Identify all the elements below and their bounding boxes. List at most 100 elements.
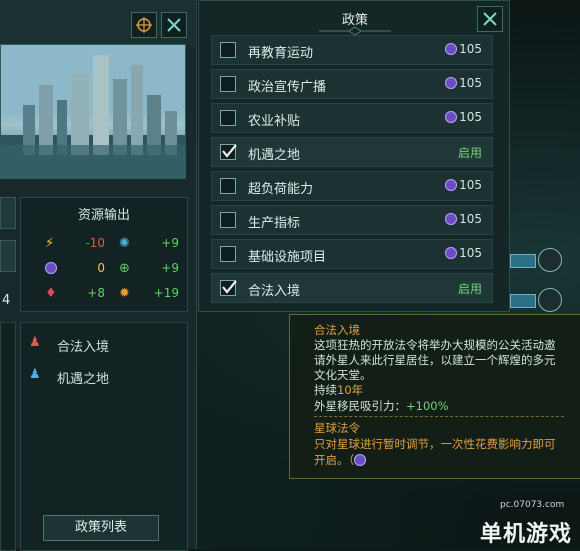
edict-icon: ♟ <box>29 367 41 382</box>
edict-cost: 105 <box>445 42 482 56</box>
edict-checkbox[interactable] <box>220 246 236 262</box>
close-icon <box>167 18 181 32</box>
edict-label: 超负荷能力 <box>248 182 314 197</box>
edict-checkbox-checked[interactable] <box>220 144 237 160</box>
edict-cost: 105 <box>445 76 482 90</box>
tooltip-type-description: 开启。（ <box>314 453 368 468</box>
edict-row[interactable]: 超负荷能力 105 <box>211 171 493 201</box>
edict-list-button[interactable]: 政策列表 <box>43 515 159 541</box>
planet-panel: 4 资源输出 ⚡ -10 ✺ +9 0 ⊕ +9 ♦ +8 ✹ +19 ♟ 合法… <box>0 0 197 551</box>
edict-checkbox[interactable] <box>220 76 236 92</box>
edict-cost: 105 <box>445 246 482 260</box>
edict-label: 基础设施项目 <box>248 250 327 265</box>
active-edict-label: 机遇之地 <box>57 372 110 387</box>
planet-city-image <box>0 44 186 179</box>
tooltip-description: 文化天堂。 <box>314 368 372 382</box>
edict-checkbox-checked[interactable] <box>220 280 237 296</box>
close-edicts-button[interactable] <box>477 6 503 32</box>
tooltip-duration: 持续10年 <box>314 383 364 397</box>
tooltip-title: 合法入境 <box>314 323 360 337</box>
resource-output-box: 资源输出 ⚡ -10 ✺ +9 0 ⊕ +9 ♦ +8 ✹ +19 <box>20 197 188 312</box>
edict-row[interactable]: 基础设施项目 105 <box>211 239 493 269</box>
edict-tooltip: 合法入境 这项狂热的开放法令将举办大规模的公关活动邀 请外星人来此行星居住，以建… <box>289 314 580 479</box>
resource-influence: 0 <box>45 258 115 280</box>
energy-value: -10 <box>85 236 105 250</box>
lower-left-strip <box>0 322 16 551</box>
tooltip-description: 这项狂热的开放法令将举办大规模的公关活动邀 <box>314 338 556 352</box>
influence-icon <box>445 179 458 191</box>
edict-icon: ♟ <box>29 335 41 350</box>
gear-icon[interactable] <box>538 288 562 312</box>
edict-row[interactable]: 生产指标 105 <box>211 205 493 235</box>
watermark-brand: 单机游戏 <box>480 522 573 547</box>
fleet-widget[interactable] <box>510 288 572 312</box>
resource-row: ⚡ -10 ✺ +9 <box>21 233 187 255</box>
edict-checkbox[interactable] <box>220 212 236 228</box>
edicts-panel: 政策 再教育运动 105 政治宣传广播 105 农业补贴 105 机遇之地 启用… <box>198 0 510 312</box>
edict-label: 政治宣传广播 <box>248 80 327 95</box>
checkmark-icon <box>222 144 237 158</box>
edict-row[interactable]: 合法入境 启用 <box>211 273 493 303</box>
influence-icon <box>445 43 458 55</box>
edict-checkbox[interactable] <box>220 110 236 126</box>
influence-value: 0 <box>97 261 105 275</box>
gear-icon[interactable] <box>538 248 562 272</box>
watermark-site: pc.07073.com <box>500 500 565 510</box>
resource-research: ✺ +9 <box>119 233 189 255</box>
research-value: +9 <box>161 236 179 250</box>
edict-label: 再教育运动 <box>248 46 314 61</box>
edict-row[interactable]: 政治宣传广播 105 <box>211 69 493 99</box>
tooltip-type: 星球法令 <box>314 421 360 435</box>
edict-row[interactable]: 再教育运动 105 <box>211 35 493 65</box>
tooltip-modifier: 外星移民吸引力：+100% <box>314 399 449 413</box>
side-tab-2[interactable] <box>0 240 16 272</box>
edict-row[interactable]: 机遇之地 启用 <box>211 137 493 167</box>
tooltip-type-description: 只对星球进行暂时调节，一次性花费影响力即可 <box>314 437 556 451</box>
fleet-widget[interactable] <box>510 248 572 272</box>
edict-checkbox[interactable] <box>220 178 236 194</box>
edict-cost: 105 <box>445 212 482 226</box>
camera-icon <box>136 17 152 33</box>
side-number: 4 <box>2 293 11 308</box>
fleet-bar <box>510 294 536 308</box>
resource-row: 0 ⊕ +9 <box>21 258 187 280</box>
influence-icon <box>445 213 458 225</box>
camera-button[interactable] <box>131 12 157 38</box>
edict-cost: 105 <box>445 110 482 124</box>
edict-label: 农业补贴 <box>248 114 301 129</box>
resource-crystal: ♦ +8 <box>45 283 115 305</box>
edict-status: 启用 <box>457 282 482 296</box>
edict-cost: 105 <box>445 178 482 192</box>
tooltip-description: 请外星人来此行星居住，以建立一个辉煌的多元 <box>314 353 556 367</box>
active-edicts-box: ♟ 合法入境 ♟ 机遇之地 政策列表 <box>20 322 188 551</box>
close-planet-button[interactable] <box>161 12 187 38</box>
active-edict-label: 合法入境 <box>57 340 110 355</box>
minerals-value: +19 <box>153 286 179 300</box>
minerals-icon: ✹ <box>119 286 130 301</box>
edict-checkbox[interactable] <box>220 42 236 58</box>
influence-icon <box>45 261 59 276</box>
crystal-value: +8 <box>87 286 105 300</box>
influence-icon <box>445 247 458 259</box>
resource-energy: ⚡ -10 <box>45 233 115 255</box>
edict-row[interactable]: 农业补贴 105 <box>211 103 493 133</box>
influence-icon <box>354 454 367 466</box>
influence-icon <box>445 111 458 123</box>
research-icon: ✺ <box>119 236 130 251</box>
influence-icon <box>445 77 458 89</box>
side-tab-1[interactable] <box>0 197 16 229</box>
energy-icon: ⚡ <box>45 236 55 251</box>
edict-status: 启用 <box>457 146 482 160</box>
checkmark-icon <box>222 280 237 294</box>
crystal-icon: ♦ <box>45 286 57 301</box>
edict-label: 生产指标 <box>248 216 301 231</box>
fleet-bar <box>510 254 536 268</box>
planet-header <box>0 0 196 46</box>
resource-minerals: ✹ +19 <box>119 283 189 305</box>
resource-row: ♦ +8 ✹ +19 <box>21 283 187 305</box>
resource-output-title: 资源输出 <box>77 208 130 223</box>
edict-label: 机遇之地 <box>248 148 301 163</box>
resource-food: ⊕ +9 <box>119 258 189 280</box>
edict-label: 合法入境 <box>248 284 301 299</box>
food-icon: ⊕ <box>119 261 130 276</box>
